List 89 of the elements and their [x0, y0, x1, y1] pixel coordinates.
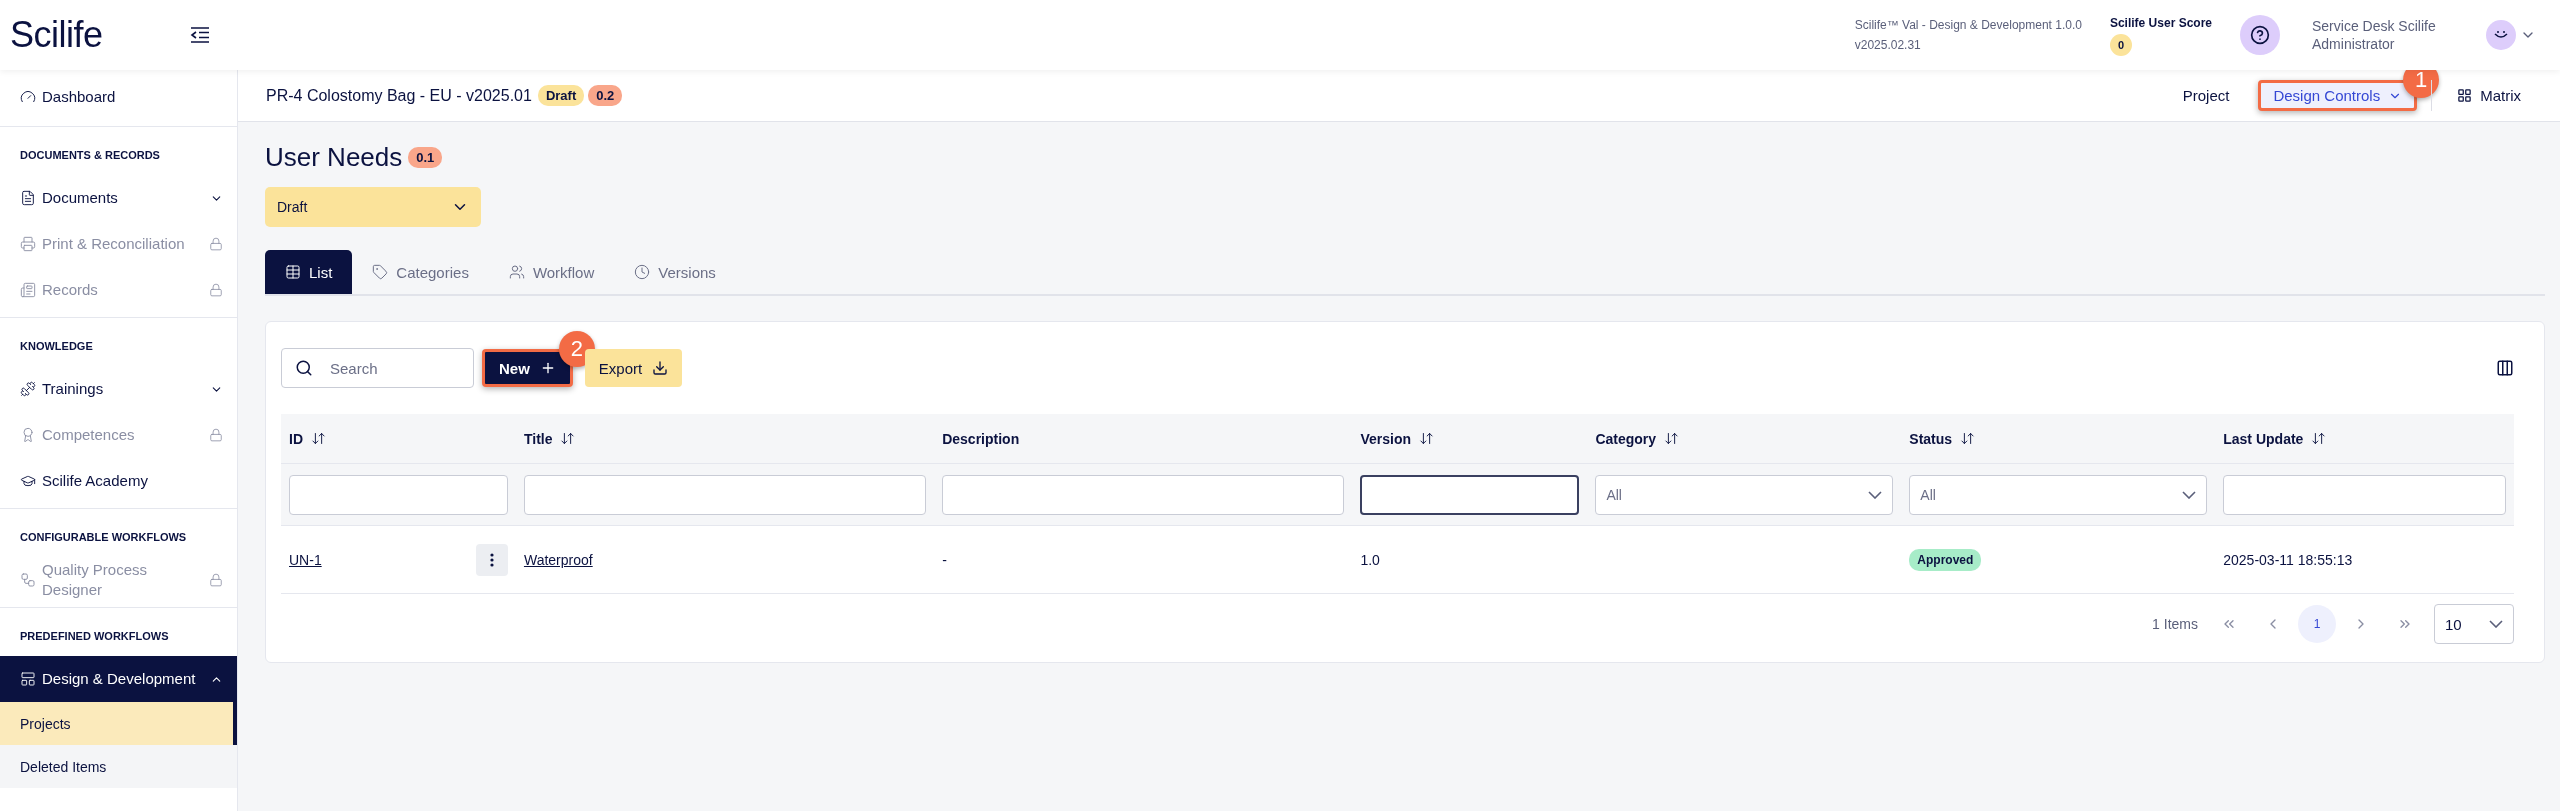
filter-field[interactable] [1360, 474, 1580, 515]
sidebar-item[interactable]: Trainings [0, 366, 237, 412]
help-icon [2250, 25, 2270, 45]
new-button[interactable]: New [482, 349, 573, 387]
build-version: v2025.02.31 [1854, 37, 1922, 54]
lock-icon [209, 283, 223, 297]
search-field[interactable]: Search [281, 348, 474, 388]
lock-icon [209, 573, 223, 587]
tag-icon [372, 264, 389, 280]
document-icon [20, 190, 36, 206]
sort-icon [560, 431, 576, 446]
dumbbell-icon [20, 381, 36, 397]
page-title: User Needs [265, 142, 403, 173]
product-version: Scilife™ Val - Design & Development 1.0.0 [1854, 17, 2082, 34]
table-cell: - [942, 551, 947, 568]
sidebar-subitem[interactable]: Projects [0, 702, 237, 745]
section-heading: KNOWLEDGE [19, 339, 94, 354]
column-header: Title [515, 414, 935, 464]
graduation-cap-icon [20, 473, 36, 489]
filter-dropdown[interactable]: All [1909, 474, 2208, 515]
columns-icon [2496, 359, 2514, 377]
column-header: Status [1901, 414, 2216, 464]
users-icon [508, 264, 525, 280]
more-icon [489, 552, 494, 567]
tab[interactable]: Workflow [488, 250, 615, 294]
export-button[interactable]: Export [584, 349, 683, 387]
table-cell: 1.0 [1360, 551, 1380, 568]
sidebar-item[interactable]: Design & Development [0, 656, 237, 702]
printer-icon [20, 236, 36, 252]
sort-icon [2311, 431, 2327, 446]
sidebar-item[interactable]: Documents [0, 175, 237, 221]
lock-icon [209, 428, 223, 442]
item-count: 1 Items [2152, 616, 2198, 632]
tab[interactable]: List [265, 250, 353, 294]
title-link[interactable]: Waterproof [523, 551, 593, 568]
help-button[interactable] [2240, 15, 2280, 55]
award-icon [20, 427, 36, 443]
column-header: Last Update [2215, 414, 2514, 464]
grid-icon [2457, 88, 2473, 103]
search-icon [295, 359, 313, 377]
chevron-down-icon [1868, 490, 1883, 499]
project-link[interactable]: Project [2167, 80, 2245, 111]
tab[interactable]: Versions [614, 250, 736, 294]
sort-icon [1419, 431, 1434, 446]
table-cell: 2025-03-11 18:55:13 [2223, 551, 2353, 568]
sidebar-item[interactable]: Dashboard [0, 74, 237, 120]
section-heading: DOCUMENTS & RECORDS [19, 148, 161, 163]
sort-icon [1960, 431, 1976, 446]
download-icon [652, 360, 669, 376]
column-header: ID [281, 414, 516, 464]
list-icon [20, 282, 36, 298]
workflow-icon [20, 572, 36, 588]
page-button[interactable]: 1 [2298, 605, 2336, 643]
version-badge: 0.1 [408, 147, 443, 168]
filter-dropdown[interactable]: All [1595, 474, 1894, 515]
user-name: Service Desk Scilife Administrator [2312, 17, 2437, 53]
id-link[interactable]: UN-1 [289, 551, 322, 568]
clock-icon [634, 264, 651, 280]
column-header: Category [1587, 414, 1902, 464]
user-score-label: Scilife User Score [2109, 15, 2212, 32]
collapse-menu-icon [190, 27, 210, 43]
avatar-icon [2486, 20, 2516, 50]
state-dropdown[interactable]: Draft [265, 187, 481, 227]
panel-icon [20, 671, 36, 687]
status-badge: Approved [1909, 548, 1982, 571]
collapse-sidebar-button[interactable] [190, 27, 210, 43]
sort-icon [311, 431, 326, 446]
sort-icon [1664, 431, 1680, 446]
columns-button[interactable] [2496, 359, 2514, 377]
chevron-down-icon [2182, 490, 2197, 499]
lock-icon [209, 237, 223, 251]
row-menu-button[interactable] [475, 543, 508, 576]
matrix-button[interactable]: Matrix [2442, 80, 2536, 111]
user-score-badge: 0 [2109, 34, 2132, 56]
logo: Scilife [10, 14, 104, 56]
sidebar-item[interactable]: Scilife Academy [0, 458, 237, 504]
column-header: Version [1352, 414, 1588, 464]
section-heading: PREDEFINED WORKFLOWS [19, 629, 170, 644]
sidebar-subitem[interactable]: Deleted Items [0, 745, 237, 788]
column-header: Description [934, 414, 1353, 464]
status-badge: Draft [537, 85, 585, 106]
page-size-dropdown[interactable]: 10 [2434, 604, 2514, 644]
tab[interactable]: Categories [352, 250, 489, 294]
gauge-icon [20, 89, 36, 105]
table-icon [285, 264, 301, 280]
version-badge: 0.2 [588, 85, 623, 106]
project-title: PR-4 Colostomy Bag - EU - v2025.01 [266, 86, 532, 105]
section-heading: CONFIGURABLE WORKFLOWS [19, 530, 188, 545]
chevron-down-icon [2489, 620, 2503, 628]
